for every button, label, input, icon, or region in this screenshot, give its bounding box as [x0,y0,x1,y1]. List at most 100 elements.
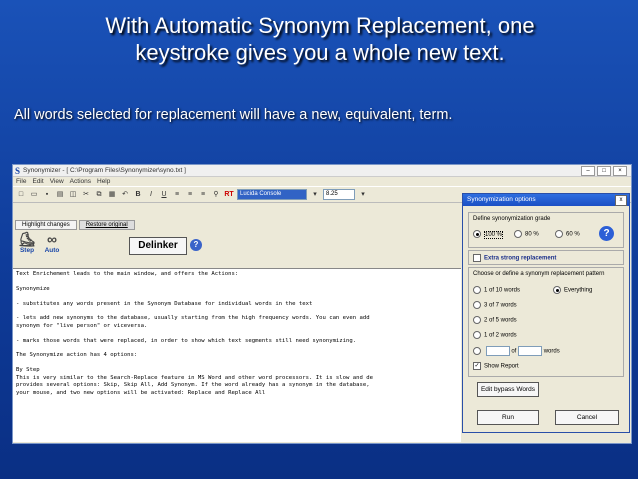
radio-icon [473,301,481,309]
text-editor[interactable]: Text Enrichement leads to the main windo… [13,268,461,442]
menu-bar: File Edit View Actions Help [13,177,631,186]
grade-group: Define synonymization grade 100 % 80 % 6… [468,212,624,248]
copy-icon[interactable]: ⧉ [94,190,104,200]
edit-bypass-words-button[interactable]: Edit bypass Words [477,382,539,397]
grade-option-60[interactable]: 60 % [555,230,580,238]
app-title: Synonymizer - [ C:\Program Files\Synonym… [23,167,186,174]
print-icon[interactable]: ▤ [55,190,65,200]
run-button[interactable]: Run [477,410,539,425]
help-icon[interactable]: ? [599,226,614,241]
step-icon: ⛸ [18,231,36,247]
menu-edit[interactable]: Edit [32,178,43,185]
step-mode-button[interactable]: ⛸ Step [16,231,38,254]
align-left-icon[interactable]: ≡ [172,190,182,200]
new-file-icon[interactable]: □ [16,190,26,200]
extra-strong-group: Extra strong replacement [468,250,624,265]
auto-mode-button[interactable]: ∞ Auto [41,231,63,254]
pattern-2-of-5[interactable]: 2 of 5 words [473,316,517,324]
slide-title-line2: keystroke gives you a whole new text. [135,40,505,65]
radio-icon [473,331,481,339]
editor-line: synonym for "live person" or viceversa. [16,322,148,329]
rt-button[interactable]: RT [224,190,234,200]
font-size-select[interactable]: 8.25 [323,189,355,200]
align-center-icon[interactable]: ≡ [185,190,195,200]
cut-icon[interactable]: ✂ [81,190,91,200]
synonymization-options-dialog: Synonymization options x Define synonymi… [462,193,630,433]
cancel-button[interactable]: Cancel [555,410,619,425]
slide-title: With Automatic Synonym Replacement, one … [40,12,600,66]
checkbox-icon [473,254,481,262]
dialog-title: Synonymization options [463,194,629,206]
dialog-close-button[interactable]: x [615,195,627,206]
check-icon: ✓ [473,362,481,370]
undo-icon[interactable]: ↶ [120,190,130,200]
pattern-custom[interactable]: of words [473,346,560,356]
app-screenshot: S Synonymizer - [ C:\Program Files\Synon… [12,164,632,444]
radio-selected-icon [553,286,561,294]
save-icon[interactable]: ▪ [42,190,52,200]
editor-line: - substitutes any words present in the S… [16,300,313,307]
preview-icon[interactable]: ◫ [68,190,78,200]
binoculars-icon[interactable]: ⚲ [211,190,221,200]
grade-option-100[interactable]: 100 % [473,230,504,239]
menu-actions[interactable]: Actions [70,178,91,185]
editor-line: By Step [16,367,40,374]
pattern-1-of-2[interactable]: 1 of 2 words [473,331,517,339]
maximize-button[interactable]: □ [597,166,611,176]
editor-line: - marks those words that were replaced, … [16,337,357,344]
bold-button[interactable]: B [133,190,143,200]
step-label: Step [19,247,35,254]
radio-icon [514,230,522,238]
custom-total-input[interactable] [518,346,543,356]
editor-line: Synonymize [16,285,50,292]
auto-label: Auto [44,247,60,254]
menu-view[interactable]: View [50,178,64,185]
help-icon[interactable]: ? [190,239,202,251]
editor-line: - lets add new synonyms to the database,… [16,315,370,322]
pattern-1-of-10[interactable]: 1 of 10 words [473,286,520,294]
editor-line: The Synonymize action has 4 options: [16,352,138,359]
pattern-3-of-7[interactable]: 3 of 7 words [473,301,517,309]
editor-line: your mouse, and two new options will be … [16,389,266,396]
editor-line: Text Enrichement leads to the main windo… [16,271,239,277]
view-tabs: Highlight changes Restore original [15,220,135,230]
app-title-bar: S Synonymizer - [ C:\Program Files\Synon… [13,165,631,177]
pattern-everything[interactable]: Everything [553,286,592,294]
radio-selected-icon [473,230,481,238]
paste-icon[interactable]: ▦ [107,190,117,200]
custom-count-input[interactable] [485,346,510,356]
app-logo-icon: S [15,165,21,176]
editor-line: provides several options: Skip, Skip All… [16,382,370,389]
underline-button[interactable]: U [159,190,169,200]
minimize-button[interactable]: – [581,166,595,176]
open-folder-icon[interactable]: ▭ [29,190,39,200]
auto-icon: ∞ [47,231,57,247]
chevron-down-icon[interactable]: ▾ [310,190,320,200]
italic-button[interactable]: I [146,190,156,200]
pattern-group: Choose or define a synonym replacement p… [468,267,624,377]
menu-file[interactable]: File [16,178,26,185]
delinker-button[interactable]: Delinker [129,237,187,255]
tab-highlight-changes[interactable]: Highlight changes [15,220,77,230]
grade-label: Define synonymization grade [473,216,551,222]
menu-help[interactable]: Help [97,178,110,185]
extra-strong-checkbox[interactable]: Extra strong replacement [473,254,556,262]
grade-option-80[interactable]: 80 % [514,230,539,238]
slide-subtitle: All words selected for replacement will … [14,107,453,123]
tab-restore-original[interactable]: Restore original [78,220,135,230]
chevron-down-icon[interactable]: ▾ [358,190,368,200]
show-report-checkbox[interactable]: ✓ Show Report [473,362,519,370]
font-select[interactable]: Lucida Console [237,189,307,200]
close-button[interactable]: × [613,166,627,176]
pattern-label: Choose or define a synonym replacement p… [473,271,605,277]
radio-icon [555,230,563,238]
radio-icon [473,316,481,324]
align-right-icon[interactable]: ≡ [198,190,208,200]
radio-icon [473,286,481,294]
editor-line: This is very similar to the Search-Repla… [16,374,373,381]
